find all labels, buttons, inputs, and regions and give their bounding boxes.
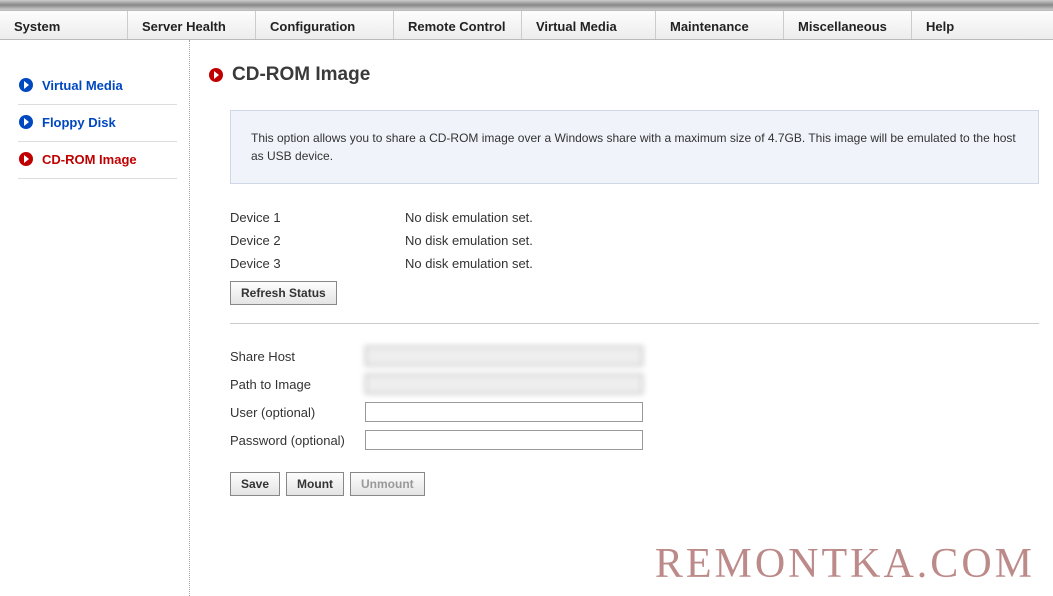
sidebar-label: CD-ROM Image [42, 152, 137, 167]
device-status: No disk emulation set. [405, 256, 533, 271]
path-to-image-label: Path to Image [230, 377, 365, 392]
device-label: Device 2 [230, 233, 405, 248]
sidebar-label: Floppy Disk [42, 115, 116, 130]
mount-form: Share Host Path to Image User (optional)… [230, 342, 1039, 454]
path-to-image-input[interactable] [365, 374, 643, 394]
device-row-2: Device 2 No disk emulation set. [230, 229, 1039, 252]
page-title: CD-ROM Image [208, 64, 1053, 86]
user-input[interactable] [365, 402, 643, 422]
nav-system[interactable]: System [0, 11, 128, 39]
device-status: No disk emulation set. [405, 233, 533, 248]
nav-configuration[interactable]: Configuration [256, 11, 394, 39]
share-host-input[interactable] [365, 346, 643, 366]
sidebar: Virtual Media Floppy Disk CD-ROM Image [0, 40, 190, 596]
arrow-right-icon [18, 114, 34, 130]
nav-miscellaneous[interactable]: Miscellaneous [784, 11, 912, 39]
arrow-right-icon [18, 151, 34, 167]
sidebar-item-cdrom-image[interactable]: CD-ROM Image [18, 142, 177, 179]
device-status-block: Device 1 No disk emulation set. Device 2… [230, 206, 1039, 305]
device-label: Device 1 [230, 210, 405, 225]
device-status: No disk emulation set. [405, 210, 533, 225]
nav-server-health[interactable]: Server Health [128, 11, 256, 39]
device-row-3: Device 3 No disk emulation set. [230, 252, 1039, 275]
arrow-right-icon [18, 77, 34, 93]
share-host-label: Share Host [230, 349, 365, 364]
info-box: This option allows you to share a CD-ROM… [230, 110, 1039, 184]
mount-button[interactable]: Mount [286, 472, 344, 496]
nav-virtual-media[interactable]: Virtual Media [522, 11, 656, 39]
arrow-right-icon [208, 67, 224, 83]
main-content: CD-ROM Image This option allows you to s… [190, 40, 1053, 596]
top-gradient-bar [0, 0, 1053, 10]
main-nav: System Server Health Configuration Remot… [0, 10, 1053, 40]
divider [230, 323, 1039, 324]
password-input[interactable] [365, 430, 643, 450]
password-label: Password (optional) [230, 433, 365, 448]
sidebar-label: Virtual Media [42, 78, 123, 93]
unmount-button[interactable]: Unmount [350, 472, 425, 496]
sidebar-item-floppy-disk[interactable]: Floppy Disk [18, 105, 177, 142]
nav-maintenance[interactable]: Maintenance [656, 11, 784, 39]
action-buttons: Save Mount Unmount [230, 472, 1053, 496]
sidebar-item-virtual-media[interactable]: Virtual Media [18, 68, 177, 105]
nav-remote-control[interactable]: Remote Control [394, 11, 522, 39]
device-row-1: Device 1 No disk emulation set. [230, 206, 1039, 229]
page-title-text: CD-ROM Image [232, 64, 370, 86]
save-button[interactable]: Save [230, 472, 280, 496]
user-label: User (optional) [230, 405, 365, 420]
device-label: Device 3 [230, 256, 405, 271]
refresh-status-button[interactable]: Refresh Status [230, 281, 337, 305]
nav-help[interactable]: Help [912, 11, 1053, 39]
